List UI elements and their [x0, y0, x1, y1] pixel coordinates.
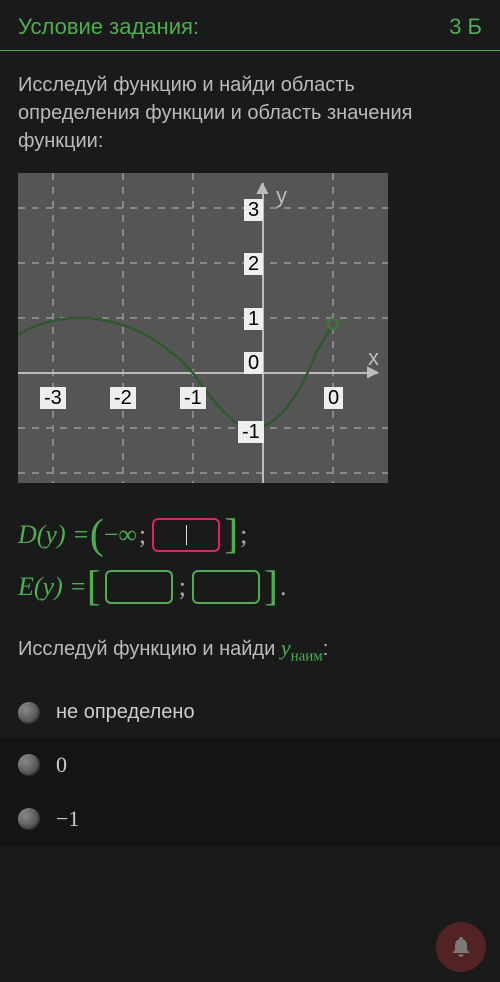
open-endpoint — [328, 319, 338, 329]
option-minus-one[interactable]: −1 — [0, 792, 500, 846]
E-lhs: E(y) = — [18, 572, 87, 602]
option-label: 0 — [56, 752, 67, 778]
range-lower-input[interactable] — [105, 570, 173, 604]
header-score: 3 Б — [449, 14, 482, 40]
ytick-2: 2 — [244, 253, 263, 275]
header-title: Условие задания: — [18, 14, 199, 40]
task-prompt: Исследуй функцию и найди область определ… — [18, 71, 482, 155]
option-undefined[interactable]: не определено — [18, 687, 482, 738]
option-label: −1 — [56, 806, 79, 832]
radio-icon — [18, 808, 40, 830]
function-graph: y x 3 2 1 0 -1 -3 -2 -1 0 — [18, 173, 388, 483]
E-close-bracket: ] — [264, 568, 278, 606]
formula-block: D(y) = ( −∞ ; ] ; E(y) = [ ; ] . — [18, 513, 482, 609]
option-zero[interactable]: 0 — [0, 738, 500, 792]
xtick-m3: -3 — [40, 387, 66, 409]
domain-formula: D(y) = ( −∞ ; ] ; — [18, 513, 482, 557]
notification-bell-button[interactable] — [436, 922, 486, 972]
D-sep: ; — [139, 520, 146, 550]
domain-upper-input[interactable] — [152, 518, 220, 552]
q2-var: y — [281, 635, 291, 660]
ytick-1: 1 — [244, 308, 263, 330]
D-close-bracket: ] — [224, 516, 238, 554]
ytick-m1: -1 — [238, 421, 264, 443]
ytick-0: 0 — [244, 352, 263, 374]
E-sep: ; — [179, 572, 186, 602]
task-header: Условие задания: 3 Б — [0, 0, 500, 51]
x-axis-label: x — [368, 345, 379, 370]
q2-post: : — [323, 638, 329, 660]
D-minus-inf: −∞ — [104, 520, 137, 550]
xtick-m2: -2 — [110, 387, 136, 409]
min-question: Исследуй функцию и найди yнаим: — [18, 635, 482, 665]
options-list: не определено 0 −1 — [18, 687, 482, 846]
range-upper-input[interactable] — [192, 570, 260, 604]
option-label: не определено — [56, 701, 195, 724]
range-formula: E(y) = [ ; ] . — [18, 565, 482, 609]
D-lhs: D(y) = — [18, 520, 90, 550]
q2-sub: наим — [291, 648, 323, 664]
D-open-paren: ( — [90, 516, 104, 554]
ytick-3: 3 — [244, 199, 263, 221]
E-tail: . — [280, 572, 287, 602]
q2-pre: Исследуй функцию и найди — [18, 638, 281, 660]
xtick-m1: -1 — [180, 387, 206, 409]
y-axis-label: y — [276, 183, 287, 208]
radio-icon — [18, 702, 40, 724]
E-open-bracket: [ — [87, 568, 101, 606]
radio-icon — [18, 754, 40, 776]
bell-icon — [449, 935, 473, 959]
D-tail: ; — [240, 520, 247, 550]
xtick-0: 0 — [324, 387, 343, 409]
